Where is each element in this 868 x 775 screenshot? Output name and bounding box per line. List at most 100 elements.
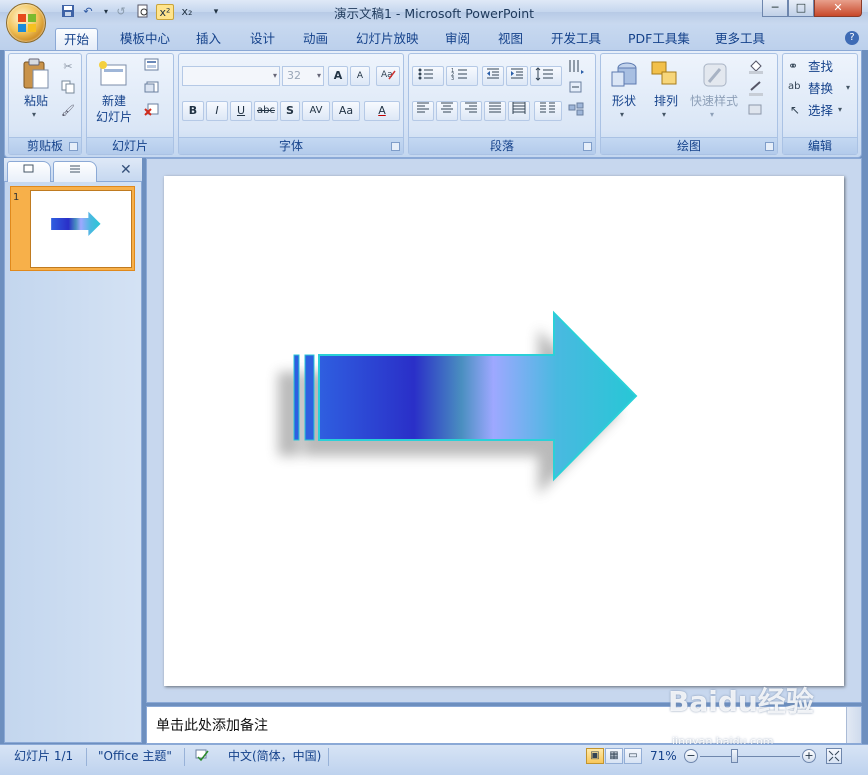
status-language[interactable]: 中文(简体，中国) bbox=[228, 748, 321, 766]
bold-button[interactable]: B bbox=[182, 101, 204, 121]
text-shadow-button[interactable]: S bbox=[280, 101, 300, 121]
slide-sorter-view-button[interactable]: ▦ bbox=[605, 748, 623, 764]
justify-icon[interactable] bbox=[484, 101, 506, 121]
notes-placeholder[interactable]: 单击此处添加备注 bbox=[156, 715, 268, 735]
font-launcher-icon[interactable] bbox=[391, 142, 400, 151]
quick-styles-button[interactable]: 快速样式 ▾ bbox=[688, 58, 740, 128]
increase-indent-icon[interactable] bbox=[506, 66, 528, 86]
align-text-icon[interactable] bbox=[564, 80, 590, 98]
distributed-icon[interactable] bbox=[508, 101, 530, 121]
status-slide-count: 幻灯片 1/1 bbox=[14, 749, 74, 763]
zoom-out-button[interactable]: − bbox=[684, 749, 698, 763]
paste-button[interactable]: 粘贴 ▾ bbox=[18, 58, 54, 124]
subscript-button[interactable]: x₂ bbox=[178, 4, 196, 20]
layout-icon[interactable] bbox=[142, 58, 162, 76]
zoom-slider-thumb[interactable] bbox=[731, 749, 738, 763]
minimize-button[interactable]: ─ bbox=[762, 0, 788, 17]
customize-qat-icon[interactable]: ▾ bbox=[208, 4, 224, 20]
shape-outline-icon[interactable] bbox=[744, 80, 772, 98]
help-icon[interactable]: ? bbox=[845, 31, 859, 45]
slide-thumbnail-arrow bbox=[51, 211, 101, 237]
paragraph-launcher-icon[interactable] bbox=[583, 142, 592, 151]
tab-outline[interactable] bbox=[53, 161, 97, 182]
binoculars-icon: ⚭ bbox=[788, 59, 799, 73]
arrow-shape[interactable] bbox=[164, 176, 844, 686]
office-button[interactable] bbox=[6, 3, 46, 43]
print-preview-icon[interactable] bbox=[135, 4, 151, 20]
select-label: 选择 bbox=[808, 103, 834, 118]
cut-icon[interactable]: ✂ bbox=[58, 58, 78, 76]
slide-thumbnail[interactable] bbox=[30, 190, 132, 268]
shape-fill-icon[interactable] bbox=[744, 58, 772, 76]
bullets-icon[interactable] bbox=[412, 66, 444, 86]
font-color-button[interactable]: A bbox=[364, 101, 400, 121]
find-button[interactable]: ⚭ 查找 bbox=[788, 58, 854, 76]
tab-developer[interactable]: 开发工具 bbox=[543, 28, 609, 50]
save-icon[interactable] bbox=[60, 4, 76, 20]
shape-effects-icon[interactable] bbox=[744, 102, 772, 120]
undo-icon[interactable]: ↶ bbox=[80, 4, 96, 20]
status-separator bbox=[184, 748, 185, 766]
italic-button[interactable]: I bbox=[206, 101, 228, 121]
new-slide-button[interactable]: 新建 幻灯片 bbox=[90, 58, 138, 128]
zoom-slider-track[interactable] bbox=[700, 756, 800, 757]
window-title: 演示文稿1 - Microsoft PowerPoint bbox=[333, 6, 535, 21]
tab-slides-thumbnails[interactable] bbox=[7, 161, 51, 182]
align-left-icon[interactable] bbox=[412, 101, 434, 121]
panel-close-icon[interactable]: ✕ bbox=[120, 162, 132, 178]
drawing-launcher-icon[interactable] bbox=[765, 142, 774, 151]
tab-design[interactable]: 设计 bbox=[242, 28, 283, 50]
maximize-button[interactable]: □ bbox=[788, 0, 814, 17]
arrange-icon bbox=[651, 61, 677, 85]
arrange-button[interactable]: 排列 ▾ bbox=[646, 58, 686, 128]
superscript-button[interactable]: x² bbox=[156, 4, 174, 20]
font-name-combo[interactable]: ▾ bbox=[182, 66, 280, 86]
grow-font-button[interactable]: A bbox=[328, 66, 348, 86]
paste-label: 粘贴 bbox=[23, 94, 48, 108]
underline-button[interactable]: U bbox=[230, 101, 252, 121]
align-right-icon[interactable] bbox=[460, 101, 482, 121]
tab-pdf-tools[interactable]: PDF工具集 bbox=[620, 28, 698, 50]
tab-insert[interactable]: 插入 bbox=[188, 28, 229, 50]
close-button[interactable]: ✕ bbox=[814, 0, 862, 17]
tab-slideshow[interactable]: 幻灯片放映 bbox=[348, 28, 427, 50]
format-painter-icon[interactable]: 🖌 bbox=[58, 102, 78, 120]
fit-to-window-icon[interactable] bbox=[826, 748, 842, 764]
normal-view-button[interactable]: ▣ bbox=[586, 748, 604, 764]
delete-slide-icon[interactable] bbox=[142, 102, 162, 120]
character-spacing-button[interactable]: AV bbox=[302, 101, 330, 121]
zoom-level[interactable]: 71% bbox=[650, 748, 677, 766]
redo-icon[interactable]: ↺ bbox=[113, 4, 129, 20]
columns-icon[interactable] bbox=[534, 101, 562, 121]
clipboard-launcher-icon[interactable] bbox=[69, 142, 78, 151]
numbering-icon[interactable]: 123 bbox=[446, 66, 478, 86]
zoom-in-button[interactable]: + bbox=[802, 749, 816, 763]
undo-dropdown-icon[interactable]: ▾ bbox=[98, 4, 114, 20]
tab-review[interactable]: 审阅 bbox=[437, 28, 478, 50]
slideshow-view-button[interactable]: ▭ bbox=[624, 748, 642, 764]
clear-formatting-icon[interactable]: Aa bbox=[376, 66, 400, 86]
notes-scrollbar[interactable] bbox=[846, 707, 861, 743]
tab-more-tools[interactable]: 更多工具 bbox=[707, 28, 773, 50]
reset-icon[interactable] bbox=[142, 80, 162, 98]
align-center-icon[interactable] bbox=[436, 101, 458, 121]
text-direction-icon[interactable] bbox=[564, 58, 590, 76]
replace-button[interactable]: ab 替换 ▾ bbox=[788, 80, 854, 98]
shapes-button[interactable]: 形状 ▾ bbox=[604, 58, 644, 128]
select-button[interactable]: ↖ 选择 ▾ bbox=[788, 102, 854, 120]
spell-check-icon[interactable] bbox=[194, 748, 212, 766]
change-case-button[interactable]: Aa bbox=[332, 101, 360, 121]
tab-home[interactable]: 开始 bbox=[55, 28, 99, 50]
shrink-font-button[interactable]: A bbox=[350, 66, 370, 86]
copy-icon[interactable] bbox=[58, 80, 78, 98]
tab-animations[interactable]: 动画 bbox=[295, 28, 336, 50]
line-spacing-icon[interactable] bbox=[530, 66, 562, 86]
tab-template-center[interactable]: 模板中心 bbox=[112, 28, 178, 50]
font-size-combo[interactable]: 32 ▾ bbox=[282, 66, 324, 86]
smartart-icon[interactable] bbox=[564, 102, 590, 120]
tab-view[interactable]: 视图 bbox=[490, 28, 531, 50]
decrease-indent-icon[interactable] bbox=[482, 66, 504, 86]
new-slide-label-2: 幻灯片 bbox=[95, 110, 132, 124]
strikethrough-button[interactable]: abc bbox=[254, 101, 278, 121]
select-dropdown-icon: ▾ bbox=[838, 105, 843, 114]
